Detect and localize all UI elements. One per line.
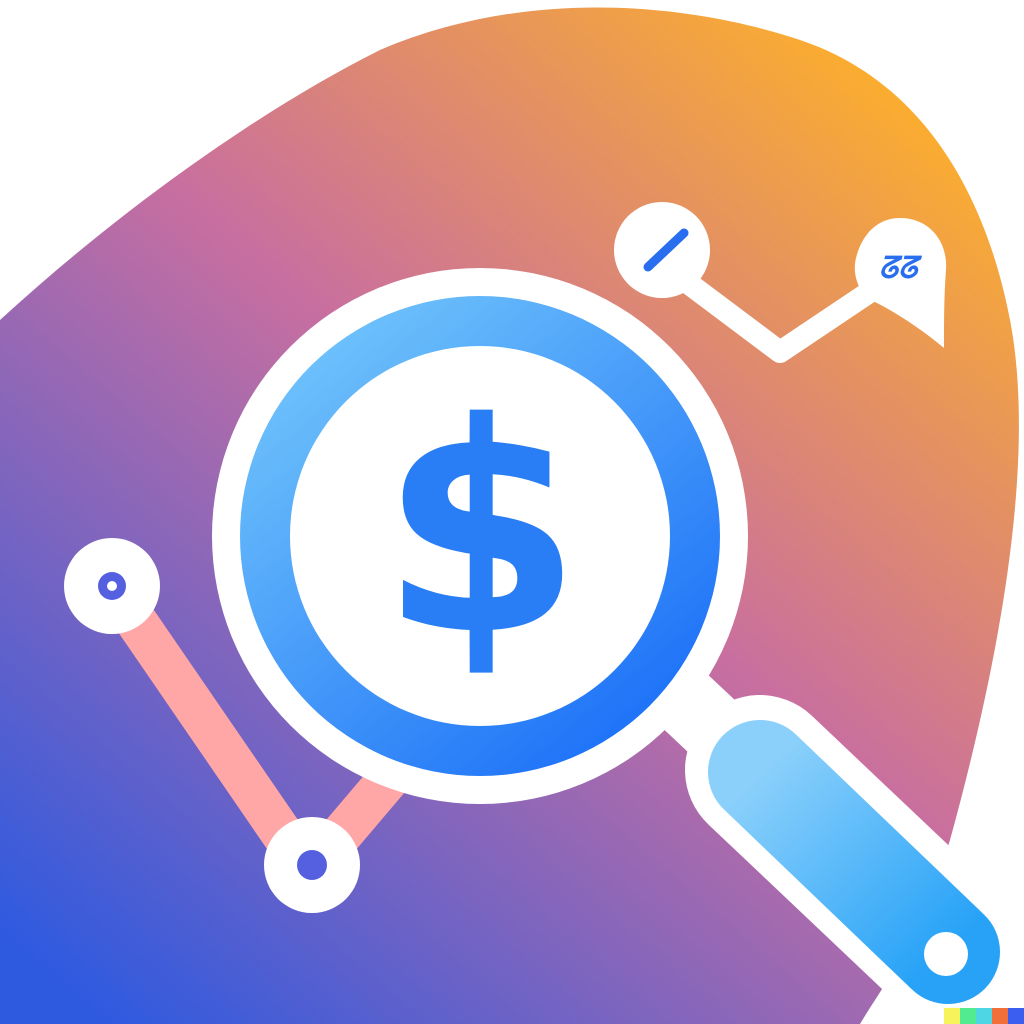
watermark-swatch [1008, 1008, 1024, 1024]
watermark-swatch [976, 1008, 992, 1024]
dollar-sign-icon: $ [380, 362, 582, 699]
left-chart-node-center [107, 581, 117, 591]
watermark-swatch [992, 1008, 1008, 1024]
watermark-swatch [944, 1008, 960, 1024]
magnifier-handle-hole [924, 932, 968, 976]
watermark-swatch [960, 1008, 976, 1024]
finance-search-icon-canvas: ᘔᘔ $ [0, 0, 1024, 1024]
financial-analysis-illustration: ᘔᘔ $ [0, 7, 1024, 1024]
map-pin-glyph: ᘔᘔ [879, 251, 923, 286]
generator-watermark [944, 1008, 1024, 1024]
bottom-chart-node-dot [297, 850, 327, 880]
